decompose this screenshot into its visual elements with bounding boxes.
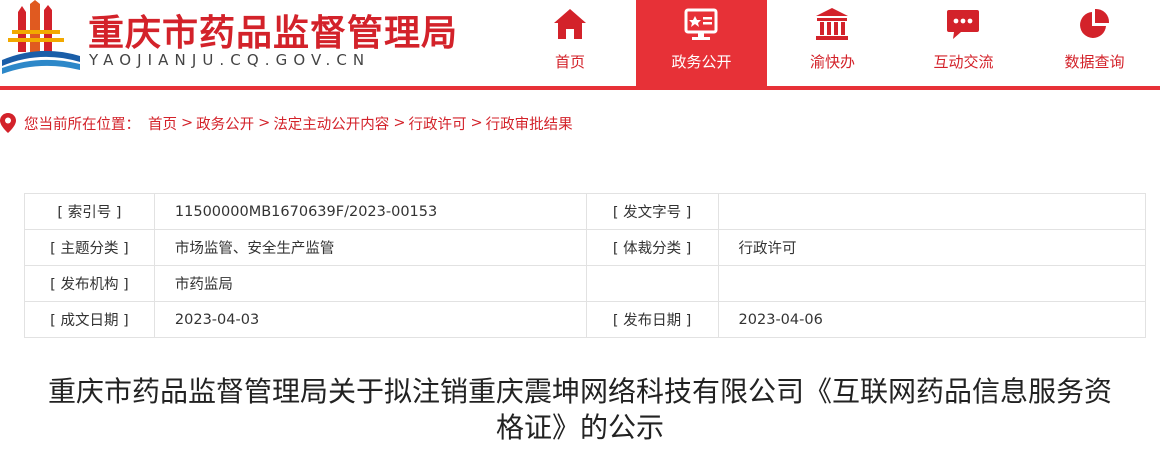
nav-data-query[interactable]: 数据查询	[1029, 0, 1160, 86]
nav-interaction[interactable]: 互动交流	[898, 0, 1029, 86]
document-meta-table: [ 索引号 ] 11500000MB1670639F/2023-00153 [ …	[24, 193, 1147, 338]
main-nav: 首页 政务公开 渝快办 互动交流 数据查询	[504, 0, 1160, 86]
nav-data-query-label: 数据查询	[1064, 53, 1125, 71]
breadcrumb-administrative-license[interactable]: 行政许可	[408, 113, 466, 134]
table-row: [ 主题分类 ] 市场监管、安全生产监管 [ 体裁分类 ] 行政许可	[24, 229, 1147, 266]
site-header: 重庆市药品监督管理局 YAOJIANJU.CQ.GOV.CN 首页 政务公开 渝…	[0, 0, 1160, 86]
meta-value-written-date: 2023-04-03	[153, 301, 587, 338]
meta-label-issuing-agency: [ 发布机构 ]	[24, 265, 155, 302]
article-title: 重庆市药品监督管理局关于拟注销重庆震坤网络科技有限公司《互联网药品信息服务资 格…	[0, 374, 1160, 446]
monitor-icon	[684, 8, 718, 40]
breadcrumb-separator: >	[470, 115, 483, 131]
site-domain: YAOJIANJU.CQ.GOV.CN	[89, 51, 371, 69]
nav-government-affairs-label: 政务公开	[671, 53, 732, 71]
meta-label-document-number: [ 发文字号 ]	[585, 193, 719, 230]
nav-yukuaiban-label: 渝快办	[809, 53, 855, 71]
breadcrumb: 您当前所在位置： 首页 > 政务公开 > 法定主动公开内容 > 行政许可 > 行…	[0, 112, 573, 134]
meta-label-publish-date: [ 发布日期 ]	[585, 301, 719, 338]
site-title[interactable]: 重庆市药品监督管理局	[88, 4, 458, 56]
government-building-icon	[816, 8, 849, 40]
article-title-line: 重庆市药品监督管理局关于拟注销重庆震坤网络科技有限公司《互联网药品信息服务资	[47, 375, 1112, 408]
meta-label-index-number: [ 索引号 ]	[24, 193, 155, 230]
meta-label-empty	[585, 265, 719, 302]
nav-interaction-label: 互动交流	[933, 53, 994, 71]
article-title-line: 格证》的公示	[495, 411, 664, 444]
meta-value-publish-date: 2023-04-06	[717, 301, 1147, 338]
table-row: [ 发布机构 ] 市药监局	[24, 265, 1147, 302]
header-accent-bar	[0, 86, 1160, 90]
meta-label-topic-category: [ 主题分类 ]	[24, 229, 155, 266]
table-row: [ 成文日期 ] 2023-04-03 [ 发布日期 ] 2023-04-06	[24, 301, 1147, 338]
meta-value-genre-category: 行政许可	[717, 229, 1147, 266]
meta-label-genre-category: [ 体裁分类 ]	[585, 229, 719, 266]
chat-bubble-icon	[947, 10, 980, 39]
meta-value-issuing-agency: 市药监局	[153, 265, 587, 302]
meta-label-written-date: [ 成文日期 ]	[24, 301, 155, 338]
breadcrumb-separator: >	[393, 115, 406, 131]
nav-yukuaiban[interactable]: 渝快办	[767, 0, 898, 86]
meta-value-document-number	[717, 193, 1147, 230]
breadcrumb-prefix: 您当前所在位置：	[24, 116, 140, 133]
nav-home-label: 首页	[554, 53, 585, 71]
pie-chart-icon	[1080, 8, 1110, 38]
home-icon	[553, 9, 586, 39]
breadcrumb-statutory-disclosure[interactable]: 法定主动公开内容	[273, 113, 389, 134]
breadcrumb-approval-results[interactable]: 行政审批结果	[486, 113, 573, 134]
breadcrumb-government-affairs[interactable]: 政务公开	[196, 113, 254, 134]
cq-emblem-logo[interactable]	[0, 0, 88, 78]
meta-value-empty	[717, 265, 1147, 302]
meta-value-index-number: 11500000MB1670639F/2023-00153	[153, 193, 587, 230]
nav-home[interactable]: 首页	[504, 0, 636, 86]
location-pin-icon	[0, 113, 16, 133]
breadcrumb-home[interactable]: 首页	[148, 113, 177, 134]
breadcrumb-separator: >	[181, 115, 194, 131]
nav-government-affairs[interactable]: 政务公开	[635, 0, 767, 86]
table-row: [ 索引号 ] 11500000MB1670639F/2023-00153 [ …	[24, 193, 1147, 230]
breadcrumb-separator: >	[258, 115, 271, 131]
meta-value-topic-category: 市场监管、安全生产监管	[153, 229, 587, 266]
